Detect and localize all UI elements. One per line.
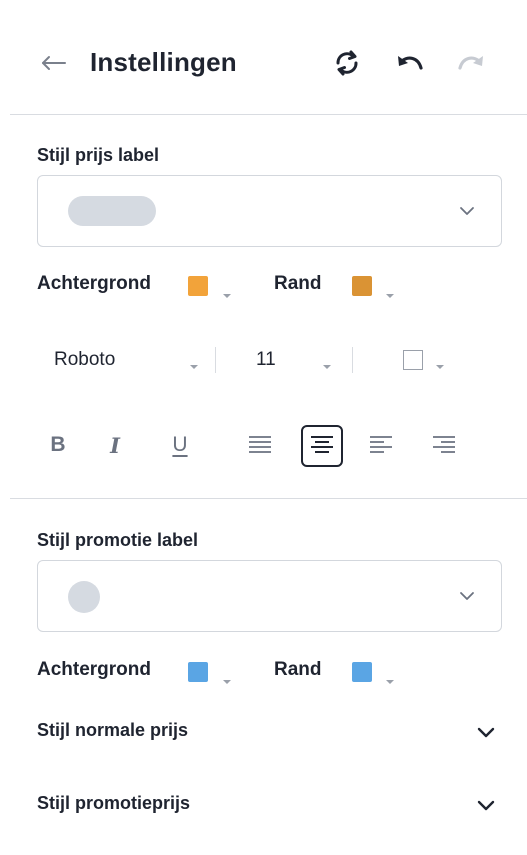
caret-down-icon[interactable] <box>385 286 395 298</box>
promo-label-style-select[interactable] <box>37 560 502 632</box>
promo-background-label: Achtergrond <box>37 659 151 680</box>
toolbar-separator <box>215 347 216 373</box>
chevron-down-icon <box>459 589 475 601</box>
chevron-down-icon <box>459 204 475 216</box>
price-label-section-title: Stijl prijs label <box>37 145 160 165</box>
price-label-style-select[interactable] <box>37 175 502 247</box>
pill-shape-preview <box>68 196 156 226</box>
align-center-icon[interactable] <box>301 425 343 467</box>
price-border-swatch[interactable] <box>352 276 372 296</box>
undo-icon[interactable] <box>393 48 427 78</box>
promo-border-swatch[interactable] <box>352 662 372 682</box>
underline-button[interactable]: U <box>160 428 200 462</box>
price-border-label: Rand <box>274 273 322 294</box>
bold-button[interactable]: B <box>38 428 78 462</box>
redo-icon[interactable] <box>454 48 488 78</box>
caret-down-icon[interactable] <box>435 357 445 369</box>
font-family-select[interactable]: Roboto <box>54 349 115 371</box>
collapsible-normal-price[interactable]: Stijl normale prijs <box>37 720 188 741</box>
align-left-icon[interactable] <box>361 428 401 462</box>
font-size-select[interactable]: 11 <box>256 349 276 371</box>
header-divider <box>10 114 527 115</box>
align-justify-icon[interactable] <box>240 428 280 462</box>
caret-down-icon[interactable] <box>222 286 232 298</box>
price-background-label: Achtergrond <box>37 273 151 294</box>
promo-background-swatch[interactable] <box>188 662 208 682</box>
promo-border-label: Rand <box>274 659 322 680</box>
section-divider <box>10 498 527 499</box>
sync-icon[interactable] <box>330 48 364 78</box>
promo-label-section-title: Stijl promotie label <box>37 530 199 550</box>
back-arrow-icon[interactable] <box>40 52 68 74</box>
chevron-down-icon[interactable] <box>477 726 495 738</box>
caret-down-icon[interactable] <box>222 672 232 684</box>
page-title: Instellingen <box>90 47 237 77</box>
toolbar-separator <box>352 347 353 373</box>
align-right-icon[interactable] <box>424 428 464 462</box>
collapsible-promo-price[interactable]: Stijl promotieprijs <box>37 793 190 814</box>
italic-button[interactable]: I <box>95 428 135 462</box>
chevron-down-icon[interactable] <box>477 799 495 811</box>
circle-shape-preview <box>68 581 100 613</box>
price-background-swatch[interactable] <box>188 276 208 296</box>
caret-down-icon[interactable] <box>385 672 395 684</box>
caret-down-icon[interactable] <box>189 357 199 369</box>
caret-down-icon[interactable] <box>322 357 332 369</box>
text-color-swatch[interactable] <box>403 350 423 370</box>
